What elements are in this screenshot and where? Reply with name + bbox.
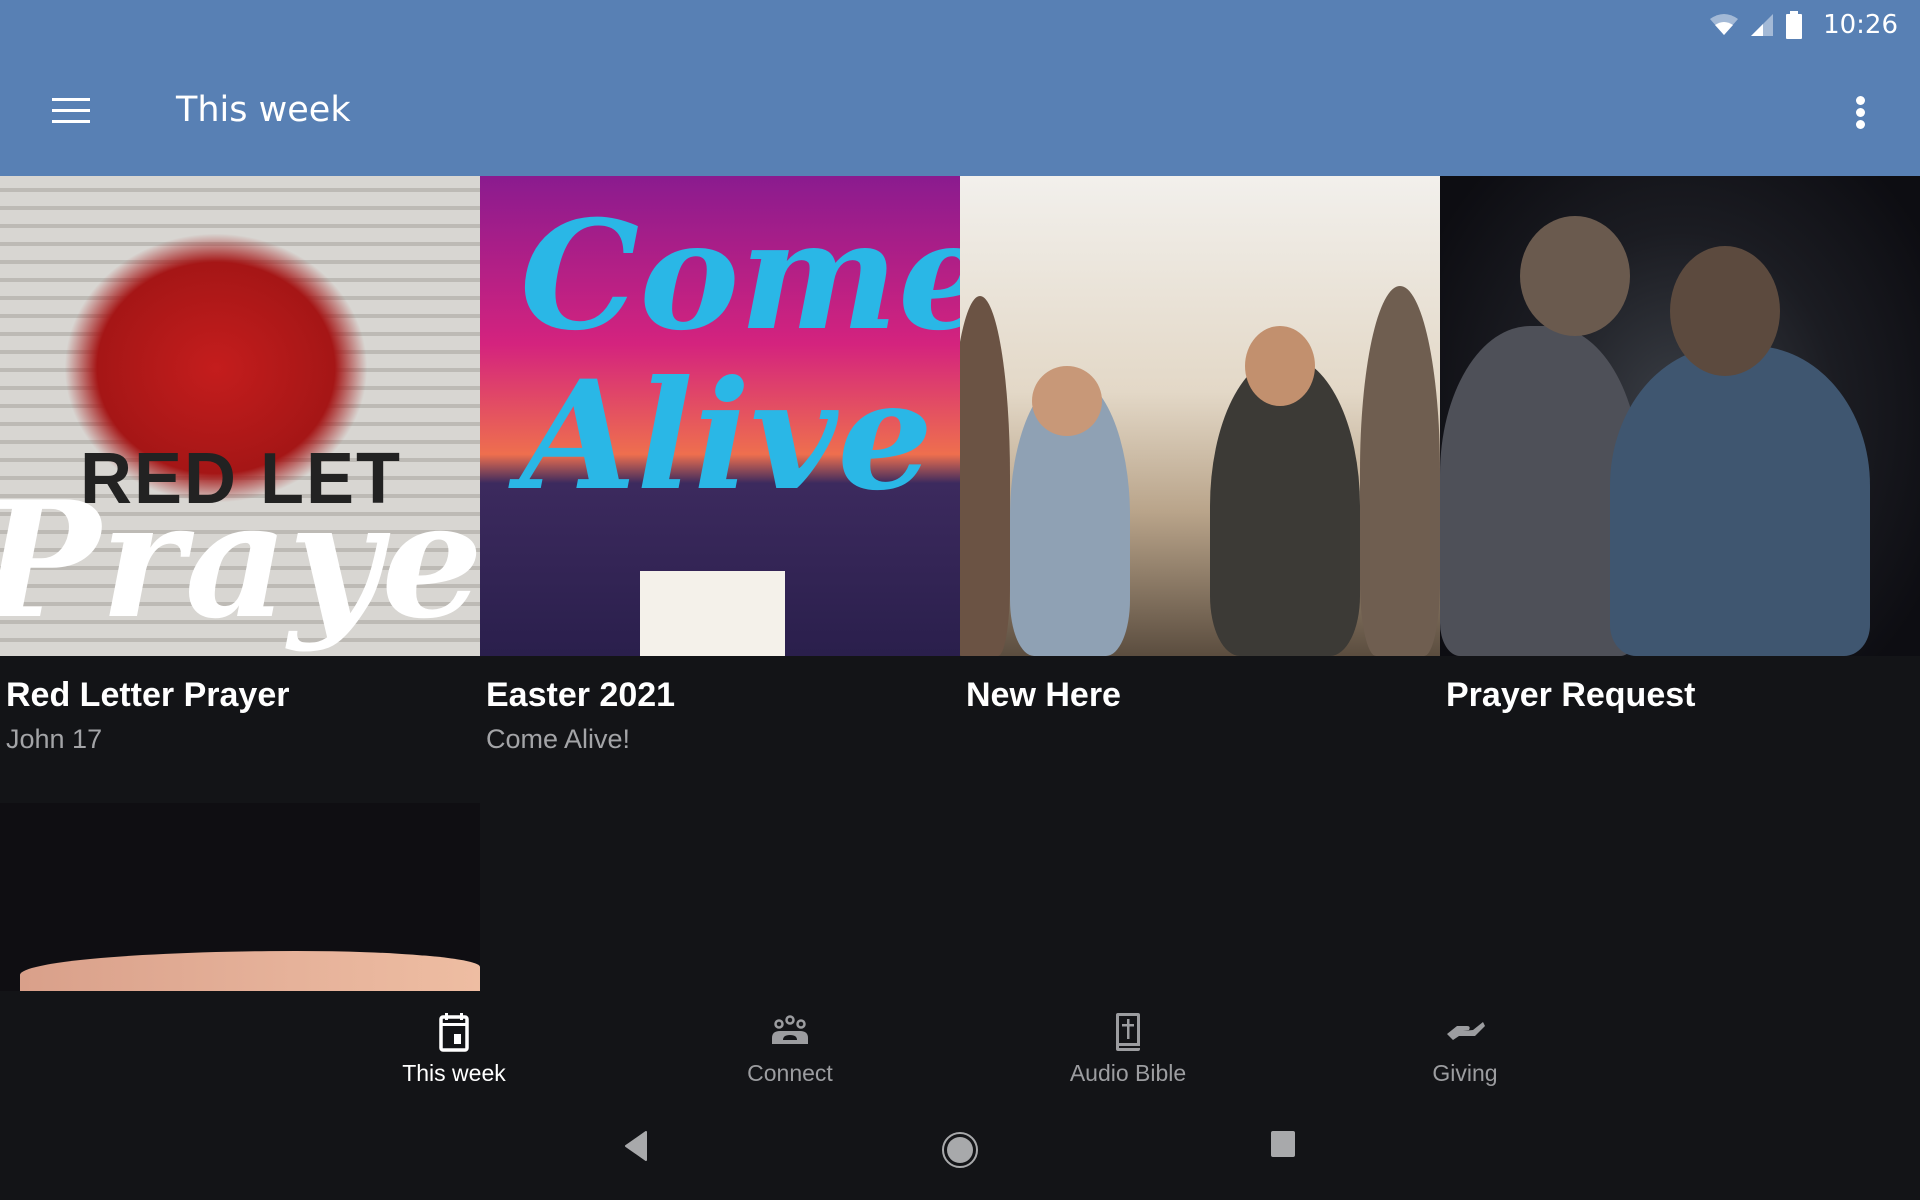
clock: 10:26	[1823, 10, 1898, 40]
card-subtitle: John 17	[6, 724, 103, 754]
card-title: Prayer Request	[1446, 676, 1696, 714]
tab-audio-bible[interactable]: Audio Bible	[1038, 996, 1218, 1100]
card-title: New Here	[966, 676, 1121, 714]
tab-this-week[interactable]: This week	[364, 996, 544, 1100]
app-bar: 10:26 This week	[0, 0, 1920, 176]
card-prayer-request[interactable]: Prayer Request	[1440, 176, 1920, 714]
back-icon[interactable]	[622, 1130, 652, 1162]
giving-hand-icon	[1447, 1022, 1485, 1040]
calendar-icon	[439, 1013, 469, 1052]
card-easter-2021[interactable]: Come Alive Easter 2021 Come Alive!	[480, 176, 960, 754]
card-image: Come Alive	[480, 176, 960, 656]
cell-signal-icon	[1751, 14, 1774, 36]
card-image	[960, 176, 1440, 656]
card-title: Easter 2021	[486, 676, 676, 714]
status-bar: 10:26	[1709, 0, 1898, 50]
card-subtitle: Come Alive!	[486, 724, 631, 754]
page-title: This week	[176, 90, 351, 130]
bible-icon	[1116, 1013, 1140, 1051]
tab-giving[interactable]: Giving	[1375, 996, 1555, 1100]
card-red-letter-prayer[interactable]: RED LET Praye Red Letter Prayer John 17	[0, 176, 480, 754]
recents-icon[interactable]	[1270, 1130, 1296, 1158]
card-new-here[interactable]: New Here	[960, 176, 1440, 714]
tab-connect[interactable]: Connect	[700, 996, 880, 1100]
card-image	[1440, 176, 1920, 656]
battery-icon	[1786, 11, 1803, 39]
wifi-icon	[1710, 14, 1739, 35]
more-vert-icon[interactable]	[1848, 96, 1874, 132]
card-item[interactable]	[0, 803, 480, 991]
card-image	[0, 803, 480, 991]
system-navigation-bar	[0, 1100, 1920, 1200]
card-image: RED LET Praye	[0, 176, 480, 656]
hamburger-menu-icon[interactable]	[52, 96, 92, 128]
home-icon[interactable]	[940, 1130, 980, 1170]
card-title: Red Letter Prayer	[6, 676, 290, 714]
group-icon	[772, 1015, 808, 1044]
bottom-navigation: This week Connect Audio Bible Giving	[0, 996, 1920, 1100]
